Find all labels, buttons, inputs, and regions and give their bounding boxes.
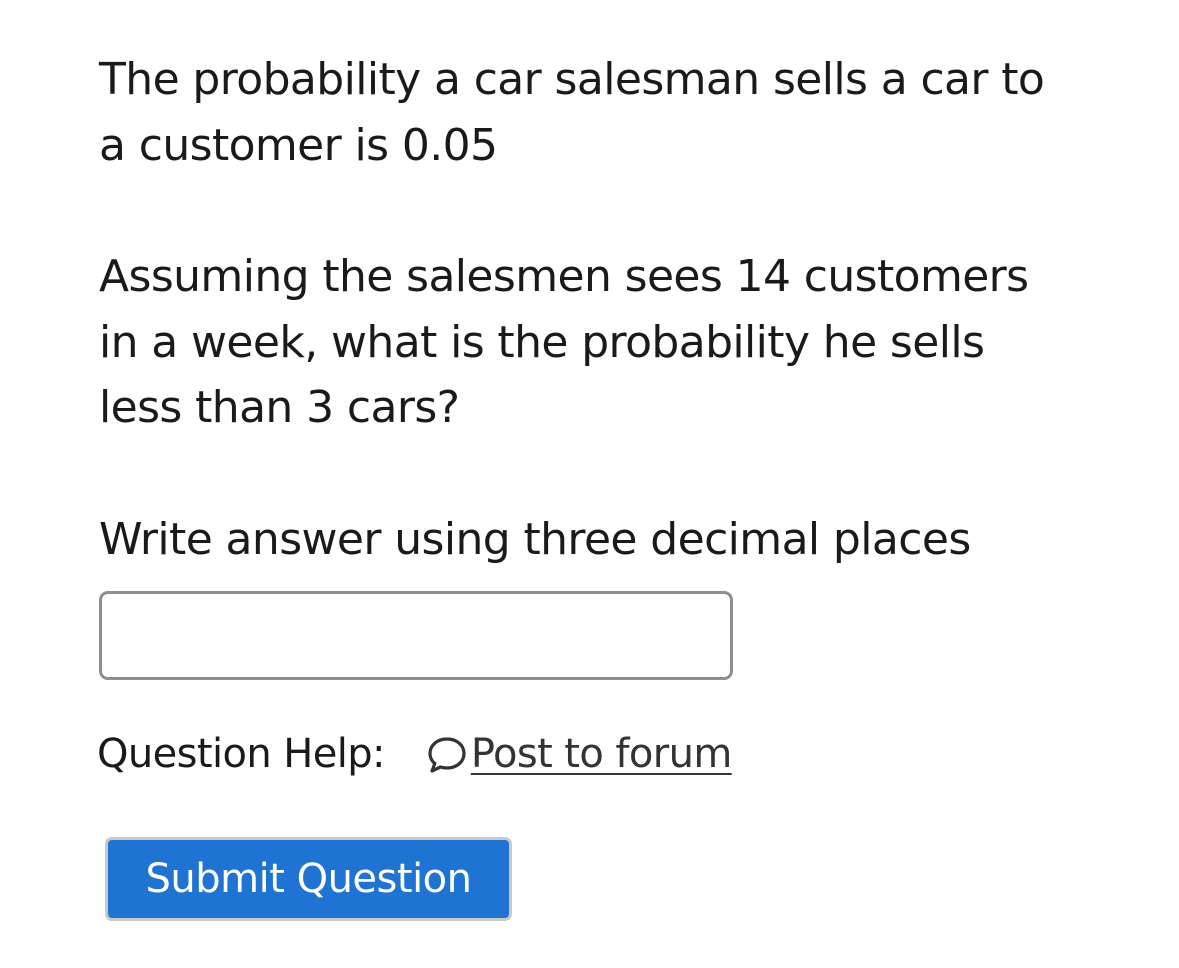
answer-input[interactable] (99, 591, 733, 680)
question-help: Question Help: Post to forum (97, 726, 732, 782)
speech-bubble-icon (425, 732, 469, 776)
question-text-instructions: Write answer using three decimal places (99, 514, 971, 565)
question-help-label: Question Help: (97, 731, 385, 777)
post-to-forum-label: Post to forum (470, 731, 732, 777)
post-to-forum-link[interactable]: Post to forum (425, 731, 732, 777)
question-text-scenario: Assuming the salesmen sees 14 customers … (99, 251, 1029, 433)
submit-question-button[interactable]: Submit Question (105, 837, 512, 921)
question-text-probability: The probability a car salesman sells a c… (99, 54, 1045, 171)
